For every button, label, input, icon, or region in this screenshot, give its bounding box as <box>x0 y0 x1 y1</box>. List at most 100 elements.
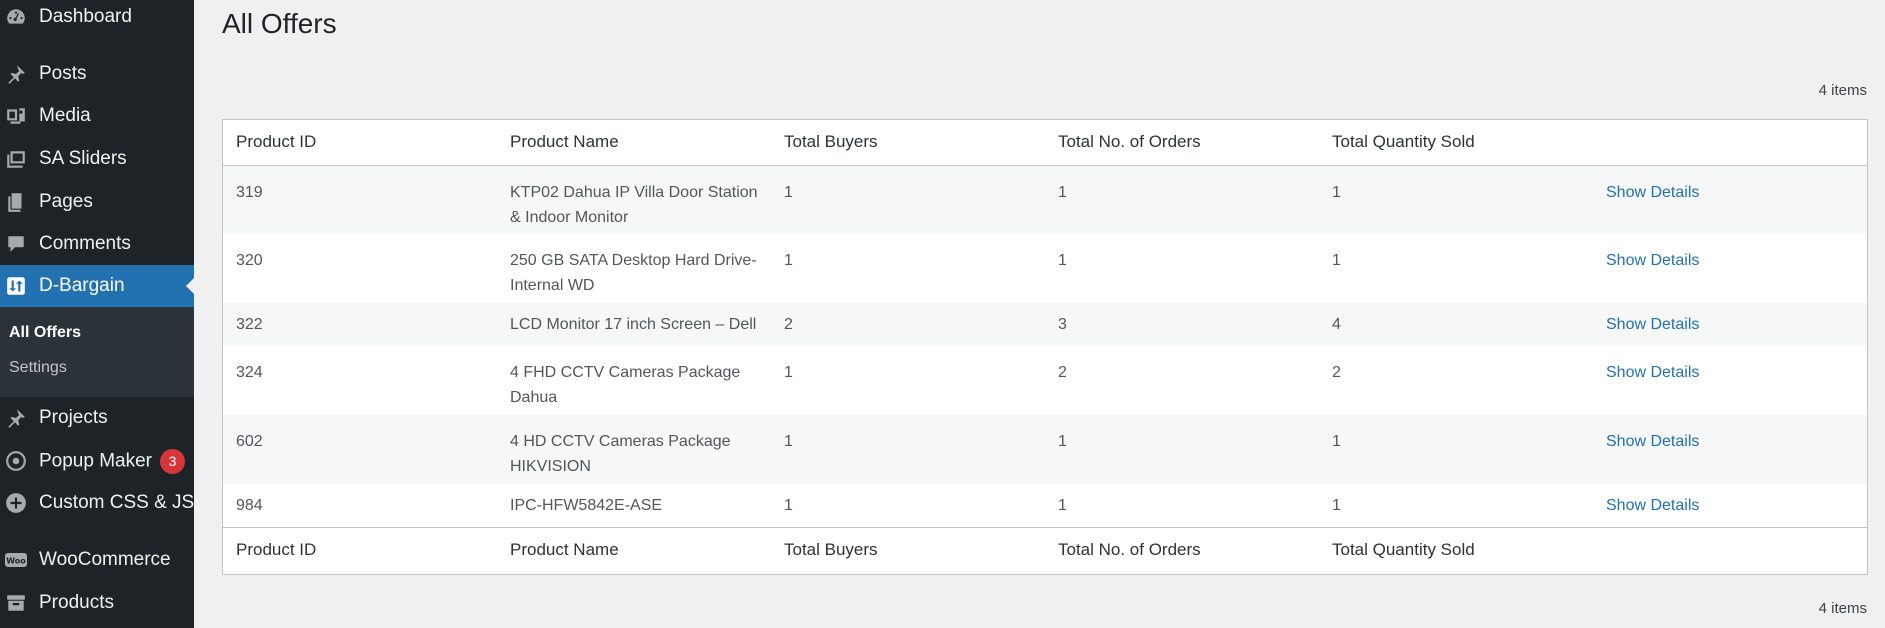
cell-product-name: IPC-HFW5842E-ASE <box>510 497 663 514</box>
cell-product-name: 250 GB SATA Desktop Hard Drive-Internal … <box>510 252 757 294</box>
cell-product-id: 319 <box>236 183 263 201</box>
cell-product-name: LCD Monitor 17 inch Screen – Dell <box>510 316 757 333</box>
cell-actions: Show Details <box>1593 484 1867 527</box>
cell-actions: Show Details <box>1593 303 1867 346</box>
table-row: 319 KTP02 Dahua IP Villa Door Station & … <box>223 165 1867 234</box>
show-details-link[interactable]: Show Details <box>1606 497 1699 514</box>
menu-item-custom-css-js[interactable]: Custom CSS & JS <box>0 482 194 524</box>
offers-table: Product ID Product Name Total Buyers Tot… <box>222 119 1868 575</box>
column-footer-product-id[interactable]: Product ID <box>223 526 497 572</box>
column-footer-actions <box>1593 526 1867 572</box>
menu-item-comments[interactable]: Comments <box>0 223 194 265</box>
show-details-link[interactable]: Show Details <box>1606 433 1699 450</box>
table-footer-row: Product ID Product Name Total Buyers Tot… <box>223 526 1867 572</box>
pin-icon <box>5 407 27 429</box>
menu-item-label: Pages <box>39 191 93 212</box>
column-footer-total-orders[interactable]: Total No. of Orders <box>1045 526 1319 572</box>
popup-maker-label: Popup Maker <box>39 450 153 472</box>
column-header-total-quantity[interactable]: Total Quantity Sold <box>1319 120 1593 166</box>
cell-total-orders: 1 <box>1058 183 1067 201</box>
woo-icon-text: Woo <box>6 557 26 566</box>
cell-total-buyers: 1 <box>784 497 793 514</box>
menu-item-woocommerce[interactable]: Woo WooCommerce <box>0 539 194 581</box>
d-bargain-icon <box>5 275 27 297</box>
cell-actions: Show Details <box>1593 165 1867 234</box>
cell-total-quantity: 4 <box>1332 316 1341 333</box>
table-row: 324 4 FHD CCTV Cameras Package Dahua 1 2… <box>223 346 1867 415</box>
menu-item-label: Dashboard <box>39 6 132 27</box>
menu-item-label: Posts <box>39 63 87 84</box>
menu-item-label: Projects <box>39 407 108 428</box>
woo-icon: Woo <box>5 549 27 571</box>
show-details-link[interactable]: Show Details <box>1606 316 1699 333</box>
column-footer-product-name[interactable]: Product Name <box>497 526 771 572</box>
comment-icon <box>5 233 27 255</box>
d-bargain-submenu: All Offers Settings <box>0 307 194 397</box>
dashboard-icon <box>5 6 27 28</box>
cell-product-name: 4 HD CCTV Cameras Package HIKVISION <box>510 433 731 475</box>
admin-sidebar: Dashboard Posts Media SA Sliders Pages C… <box>0 0 194 628</box>
cell-product-id: 320 <box>236 252 263 269</box>
cell-total-orders: 1 <box>1058 433 1067 450</box>
cell-total-orders: 1 <box>1058 252 1067 269</box>
pin-icon <box>5 63 27 85</box>
cell-total-buyers: 1 <box>784 433 793 450</box>
cell-product-name: 4 FHD CCTV Cameras Package Dahua <box>510 364 741 406</box>
menu-item-label: Products <box>39 592 114 613</box>
cell-actions: Show Details <box>1593 234 1867 303</box>
table-row: 322 LCD Monitor 17 inch Screen – Dell 2 … <box>223 303 1867 346</box>
column-footer-total-quantity[interactable]: Total Quantity Sold <box>1319 526 1593 572</box>
column-header-product-name[interactable]: Product Name <box>497 120 771 166</box>
submenu-item-all-offers[interactable]: All Offers <box>9 324 81 342</box>
menu-item-label: SA Sliders <box>39 148 127 169</box>
cell-total-orders: 1 <box>1058 497 1067 514</box>
menu-item-media[interactable]: Media <box>0 95 194 137</box>
menu-item-products[interactable]: Products <box>0 582 194 624</box>
cell-total-buyers: 2 <box>784 316 793 333</box>
menu-item-label: Media <box>39 105 91 126</box>
column-header-total-buyers[interactable]: Total Buyers <box>771 120 1045 166</box>
show-details-link[interactable]: Show Details <box>1606 364 1699 381</box>
cell-total-quantity: 1 <box>1332 183 1341 201</box>
show-details-link[interactable]: Show Details <box>1606 252 1699 269</box>
menu-item-sa-sliders[interactable]: SA Sliders <box>0 138 194 180</box>
cell-product-id: 602 <box>236 433 263 450</box>
column-footer-total-buyers[interactable]: Total Buyers <box>771 526 1045 572</box>
table-row: 320 250 GB SATA Desktop Hard Drive-Inter… <box>223 234 1867 303</box>
pages-icon <box>5 191 27 213</box>
column-header-product-id[interactable]: Product ID <box>223 120 497 166</box>
menu-item-popup-maker[interactable]: Popup Maker 3 <box>0 440 194 482</box>
archive-icon <box>5 592 27 614</box>
menu-item-posts[interactable]: Posts <box>0 53 194 95</box>
media-icon <box>5 105 27 127</box>
cell-total-orders: 3 <box>1058 316 1067 333</box>
menu-item-dashboard[interactable]: Dashboard <box>0 0 194 38</box>
cell-product-name: KTP02 Dahua IP Villa Door Station & Indo… <box>510 183 758 226</box>
cell-total-buyers: 1 <box>784 183 793 201</box>
table-header-row: Product ID Product Name Total Buyers Tot… <box>223 120 1867 166</box>
menu-item-projects[interactable]: Projects <box>0 397 194 439</box>
column-header-actions <box>1593 120 1867 166</box>
items-count-top: 4 items <box>1818 82 1867 99</box>
page-title: All Offers <box>222 8 337 39</box>
menu-item-label: Comments <box>39 233 131 254</box>
table-row: 602 4 HD CCTV Cameras Package HIKVISION … <box>223 415 1867 484</box>
table-row: 984 IPC-HFW5842E-ASE 1 1 1 Show Details <box>223 484 1867 527</box>
notification-badge: 3 <box>160 448 186 474</box>
cell-actions: Show Details <box>1593 346 1867 415</box>
menu-item-label: Popup Maker 3 <box>39 448 186 474</box>
cell-total-quantity: 1 <box>1332 433 1341 450</box>
submenu-item-settings[interactable]: Settings <box>9 359 67 377</box>
column-header-total-orders[interactable]: Total No. of Orders <box>1045 120 1319 166</box>
cell-actions: Show Details <box>1593 415 1867 484</box>
menu-item-label: D-Bargain <box>39 275 125 296</box>
menu-item-pages[interactable]: Pages <box>0 181 194 223</box>
popup-maker-icon <box>5 450 27 472</box>
show-details-link[interactable]: Show Details <box>1606 184 1699 201</box>
menu-item-label: WooCommerce <box>39 549 171 570</box>
offers-table-grid: Product ID Product Name Total Buyers Tot… <box>223 120 1867 572</box>
cell-product-id: 324 <box>236 364 263 381</box>
slides-icon <box>5 148 27 170</box>
menu-item-d-bargain[interactable]: D-Bargain <box>0 265 194 307</box>
cell-total-quantity: 2 <box>1332 364 1341 381</box>
